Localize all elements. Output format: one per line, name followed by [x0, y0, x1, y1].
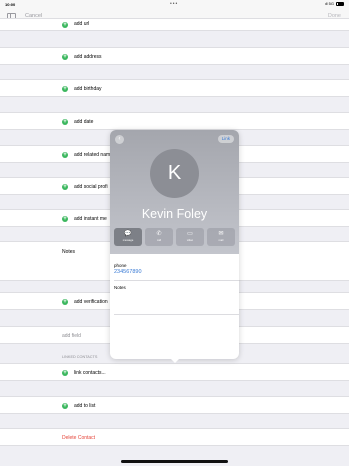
multitask-dots[interactable]: •••	[170, 1, 178, 7]
back-chevron-icon[interactable]: ‹	[115, 135, 124, 144]
add-green-icon[interactable]: +	[62, 299, 68, 305]
action-label: message	[122, 239, 134, 242]
row-label: add date	[74, 119, 94, 125]
add-green-icon[interactable]: +	[62, 119, 68, 125]
add-green-icon[interactable]: +	[62, 370, 68, 376]
row-label: add birthday	[74, 86, 102, 92]
row-label: add instant me	[74, 216, 107, 222]
add-green-icon[interactable]: +	[62, 54, 68, 60]
message-action-button[interactable]: 💬 message	[114, 228, 142, 246]
video-action-button[interactable]: ▭ video	[176, 228, 204, 246]
row-label: link contacts...	[74, 370, 106, 376]
add-green-icon[interactable]: +	[62, 22, 68, 28]
row-label: add to list	[74, 403, 96, 409]
row-label: add verification	[74, 299, 108, 305]
action-label: call	[157, 239, 161, 242]
call-action-button[interactable]: ✆ call	[145, 228, 173, 246]
row-label: add related nam	[74, 152, 111, 158]
link-contacts-row[interactable]: + link contacts...	[0, 363, 349, 381]
divider	[114, 280, 239, 281]
add-green-icon[interactable]: +	[62, 152, 68, 158]
status-indicators: ıll 5G	[325, 1, 344, 6]
add-address-row[interactable]: + add address	[0, 47, 349, 65]
add-to-list-row[interactable]: + add to list	[0, 396, 349, 414]
add-green-icon[interactable]: +	[62, 403, 68, 409]
battery-icon	[336, 1, 344, 6]
add-url-row[interactable]: + add url	[0, 18, 349, 31]
add-date-row[interactable]: + add date	[0, 112, 349, 130]
delete-contact-row[interactable]: Delete Contact	[0, 428, 349, 446]
add-green-icon[interactable]: +	[62, 184, 68, 190]
contact-popover: ‹ Link K Kevin Foley 💬 message ✆ call ▭ …	[110, 130, 239, 359]
popover-arrow	[170, 358, 180, 363]
linked-contacts-header: LINKED CONTACTS	[62, 355, 98, 359]
add-birthday-row[interactable]: + add birthday	[0, 79, 349, 97]
action-label: video	[186, 239, 194, 242]
signal-text: ıll 5G	[324, 1, 334, 6]
divider	[114, 314, 239, 315]
row-label: add url	[74, 21, 90, 27]
mail-icon: ✉	[218, 231, 224, 237]
delete-contact-button[interactable]: Delete Contact	[62, 435, 95, 441]
home-indicator[interactable]	[121, 460, 228, 463]
row-label: add social profi	[74, 184, 108, 190]
add-field-label: add field	[62, 333, 81, 339]
video-icon: ▭	[187, 231, 193, 237]
contact-name: Kevin Foley	[141, 207, 208, 221]
link-button[interactable]: Link	[217, 135, 234, 143]
status-time: 10:00	[5, 1, 16, 7]
notes-field-label: Notes	[114, 285, 126, 290]
phone-number-link[interactable]: 234567890	[114, 269, 142, 275]
notes-label: Notes	[62, 249, 76, 255]
contact-header: ‹ Link K Kevin Foley 💬 message ✆ call ▭ …	[110, 130, 239, 254]
quick-actions: 💬 message ✆ call ▭ video ✉ mail	[114, 228, 235, 246]
row-label: add address	[74, 54, 102, 60]
phone-icon: ✆	[156, 231, 162, 237]
action-label: mail	[218, 239, 224, 242]
add-green-icon[interactable]: +	[62, 86, 68, 92]
add-green-icon[interactable]: +	[62, 216, 68, 222]
phone-label: phone	[114, 263, 127, 268]
message-icon: 💬	[124, 231, 132, 237]
status-bar: 10:00 ••• ıll 5G	[0, 0, 349, 8]
avatar: K	[150, 149, 199, 198]
mail-action-button[interactable]: ✉ mail	[207, 228, 235, 246]
